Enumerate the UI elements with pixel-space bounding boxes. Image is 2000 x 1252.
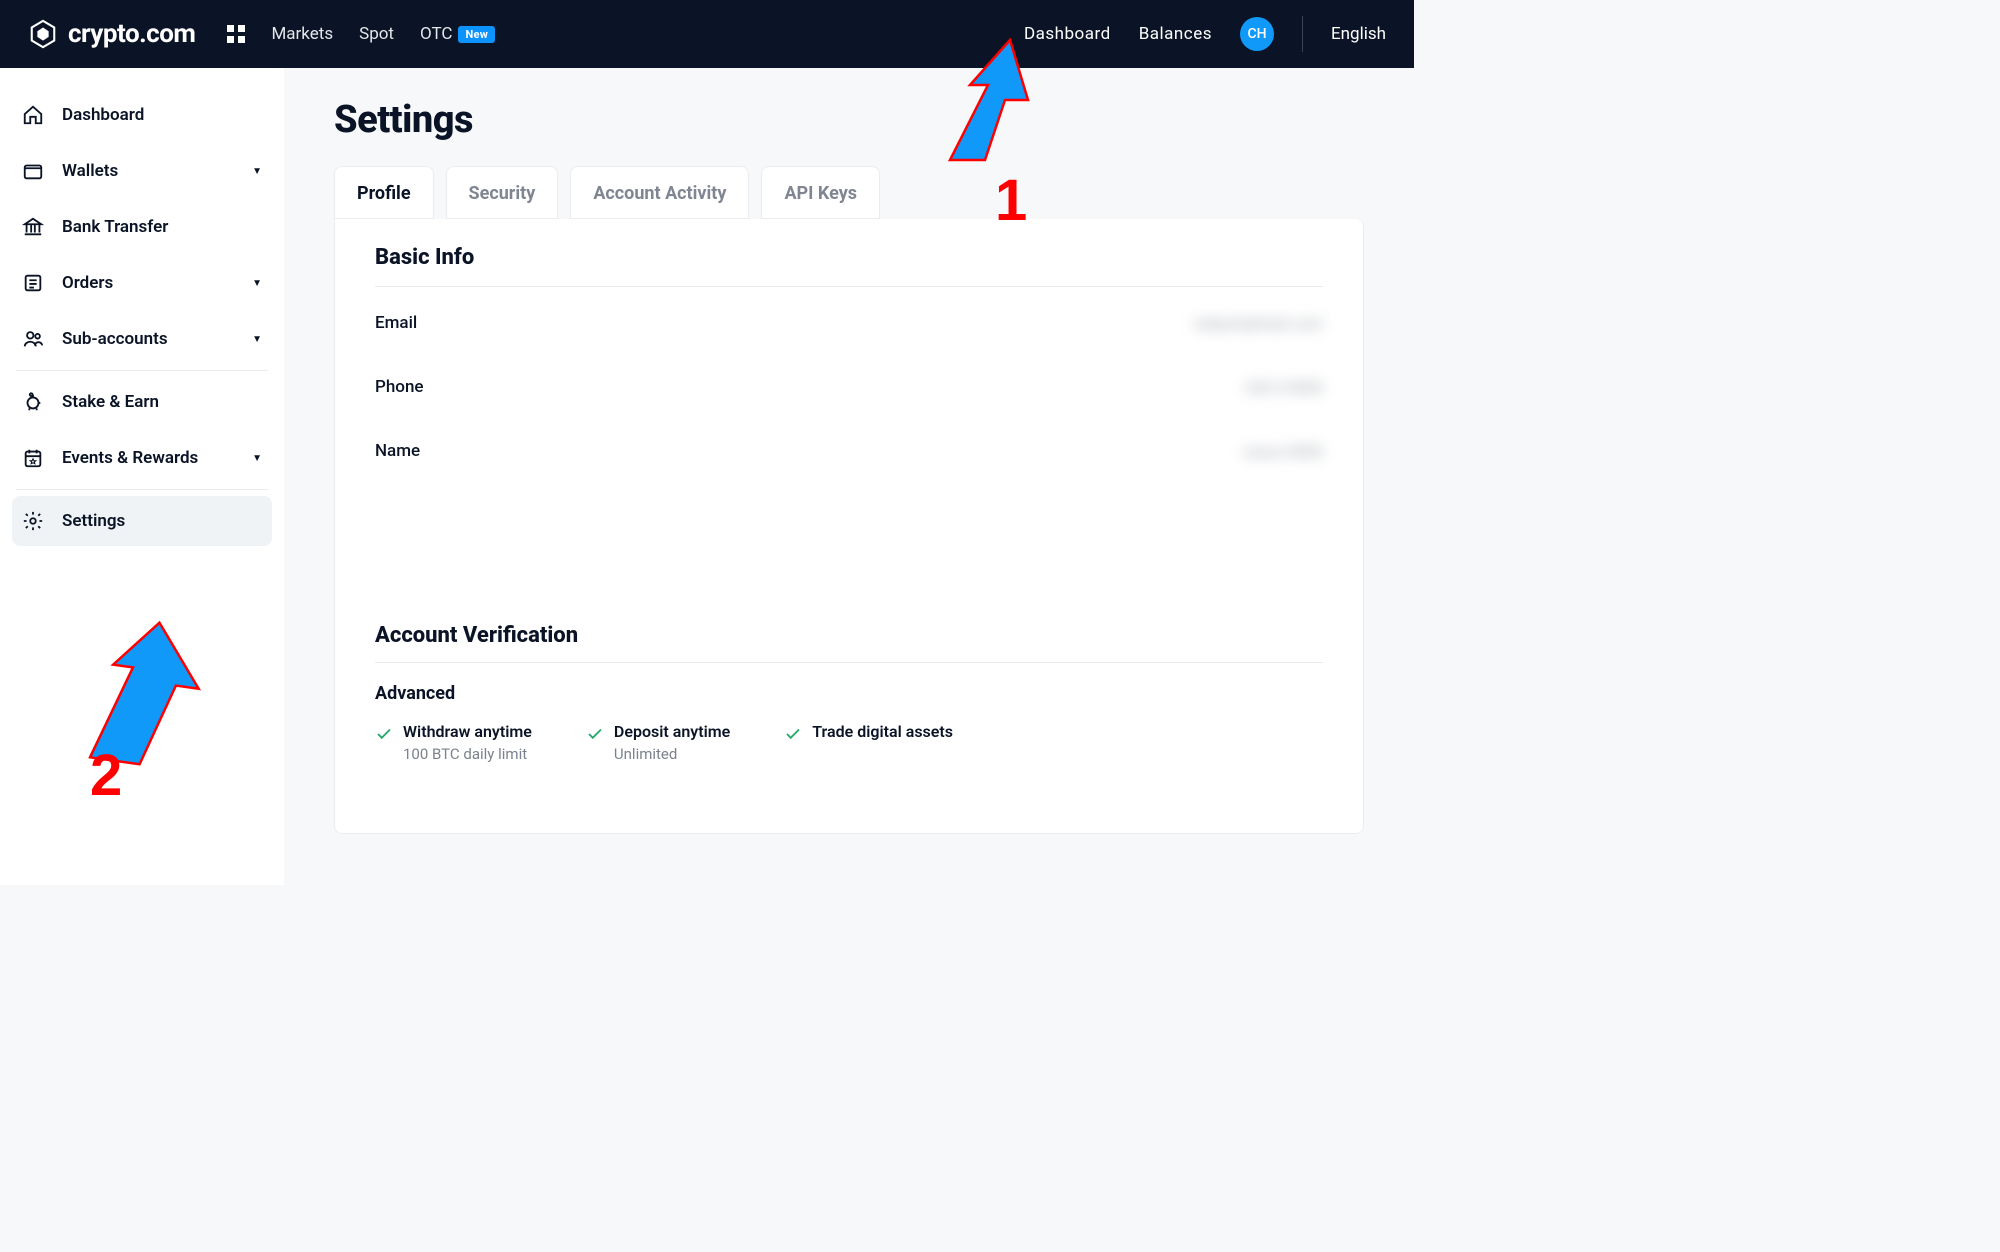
tab-label: Profile (357, 183, 411, 204)
calendar-icon (22, 447, 44, 469)
page-title: Settings (334, 98, 1364, 142)
top-header: crypto.com Markets Spot OTC New Dashboar… (0, 0, 1414, 68)
feature-item: Trade digital assets (784, 722, 953, 763)
orders-icon (22, 272, 44, 294)
sidebar-item-label: Dashboard (62, 105, 144, 125)
feature-title: Withdraw anytime (403, 722, 532, 741)
row-value: xxxxx 0000 (1243, 442, 1323, 461)
profile-panel: Basic Info Email redactedmail.com Phone … (334, 219, 1364, 834)
header-balances-link[interactable]: Balances (1139, 24, 1212, 44)
chevron-down-icon: ▼ (252, 334, 262, 345)
sidebar-item-bank-transfer[interactable]: Bank Transfer (12, 202, 272, 252)
apps-grid-icon[interactable] (227, 25, 245, 43)
sidebar-item-label: Stake & Earn (62, 392, 159, 412)
feature-item: Deposit anytime Unlimited (586, 722, 730, 763)
header-right: Dashboard Balances CH English (1024, 16, 1386, 52)
sidebar-item-settings[interactable]: Settings (12, 496, 272, 546)
sidebar-item-label: Wallets (62, 161, 118, 181)
tab-label: Account Activity (593, 183, 726, 204)
nav-label: Markets (271, 24, 333, 44)
sidebar-item-label: Events & Rewards (62, 448, 198, 468)
sidebar-item-dashboard[interactable]: Dashboard (12, 90, 272, 140)
nav-markets[interactable]: Markets (271, 24, 333, 44)
info-row-phone: Phone +00 0 0000 (375, 355, 1323, 419)
row-label: Email (375, 313, 417, 333)
info-row-email: Email redactedmail.com (375, 291, 1323, 355)
gear-icon (22, 510, 44, 532)
divider (375, 662, 1323, 663)
divider (1302, 16, 1303, 52)
sidebar-item-sub-accounts[interactable]: Sub-accounts ▼ (12, 314, 272, 364)
nav-label: OTC (420, 24, 452, 44)
tab-security[interactable]: Security (446, 166, 559, 219)
check-icon (784, 725, 802, 743)
check-icon (586, 725, 604, 743)
divider (375, 286, 1323, 287)
user-avatar[interactable]: CH (1240, 17, 1274, 51)
verification-features: Withdraw anytime 100 BTC daily limit Dep… (375, 722, 1323, 763)
sidebar-item-events-rewards[interactable]: Events & Rewards ▼ (12, 433, 272, 483)
tab-label: API Keys (784, 183, 857, 204)
tab-label: Security (469, 183, 536, 204)
basic-info-title: Basic Info (375, 245, 1323, 270)
verification-level: Advanced (375, 683, 1323, 704)
sidebar-item-stake-earn[interactable]: Stake & Earn (12, 377, 272, 427)
top-nav: Markets Spot OTC New (271, 24, 495, 44)
language-selector[interactable]: English (1331, 24, 1386, 44)
chevron-down-icon: ▼ (252, 278, 262, 289)
row-label: Phone (375, 377, 424, 397)
nav-label: Spot (359, 24, 394, 44)
chevron-down-icon: ▼ (252, 453, 262, 464)
chevron-down-icon: ▼ (252, 166, 262, 177)
brand-logo[interactable]: crypto.com (28, 19, 195, 49)
feature-sub: 100 BTC daily limit (403, 745, 532, 763)
new-badge: New (458, 26, 495, 43)
divider (16, 370, 268, 371)
header-dashboard-link[interactable]: Dashboard (1024, 24, 1111, 44)
nav-spot[interactable]: Spot (359, 24, 394, 44)
wallet-icon (22, 160, 44, 182)
sidebar-item-label: Bank Transfer (62, 217, 168, 237)
tab-account-activity[interactable]: Account Activity (570, 166, 749, 219)
check-icon (375, 725, 393, 743)
sidebar-item-label: Sub-accounts (62, 329, 168, 349)
home-icon (22, 104, 44, 126)
brand-text: crypto.com (68, 19, 195, 49)
divider (16, 489, 268, 490)
main-content: Settings Profile Security Account Activi… (284, 68, 1414, 885)
feature-sub: Unlimited (614, 745, 730, 763)
row-value: +00 0 0000 (1243, 378, 1323, 397)
tab-profile[interactable]: Profile (334, 166, 434, 219)
feature-title: Deposit anytime (614, 722, 730, 741)
account-verification-title: Account Verification (375, 623, 1323, 648)
feature-item: Withdraw anytime 100 BTC daily limit (375, 722, 532, 763)
row-value: redactedmail.com (1194, 314, 1323, 333)
nav-otc[interactable]: OTC New (420, 24, 495, 44)
info-row-name: Name xxxxx 0000 (375, 419, 1323, 483)
sidebar: Dashboard Wallets ▼ Bank Transfer Orders… (0, 68, 284, 885)
feature-title: Trade digital assets (812, 722, 953, 741)
sidebar-item-wallets[interactable]: Wallets ▼ (12, 146, 272, 196)
row-label: Name (375, 441, 420, 461)
sidebar-item-label: Orders (62, 273, 113, 293)
bank-icon (22, 216, 44, 238)
sidebar-item-orders[interactable]: Orders ▼ (12, 258, 272, 308)
tab-api-keys[interactable]: API Keys (761, 166, 880, 219)
piggy-icon (22, 391, 44, 413)
settings-tabs: Profile Security Account Activity API Ke… (334, 166, 1364, 219)
users-icon (22, 328, 44, 350)
sidebar-item-label: Settings (62, 511, 125, 531)
logo-hex-icon (28, 19, 58, 49)
